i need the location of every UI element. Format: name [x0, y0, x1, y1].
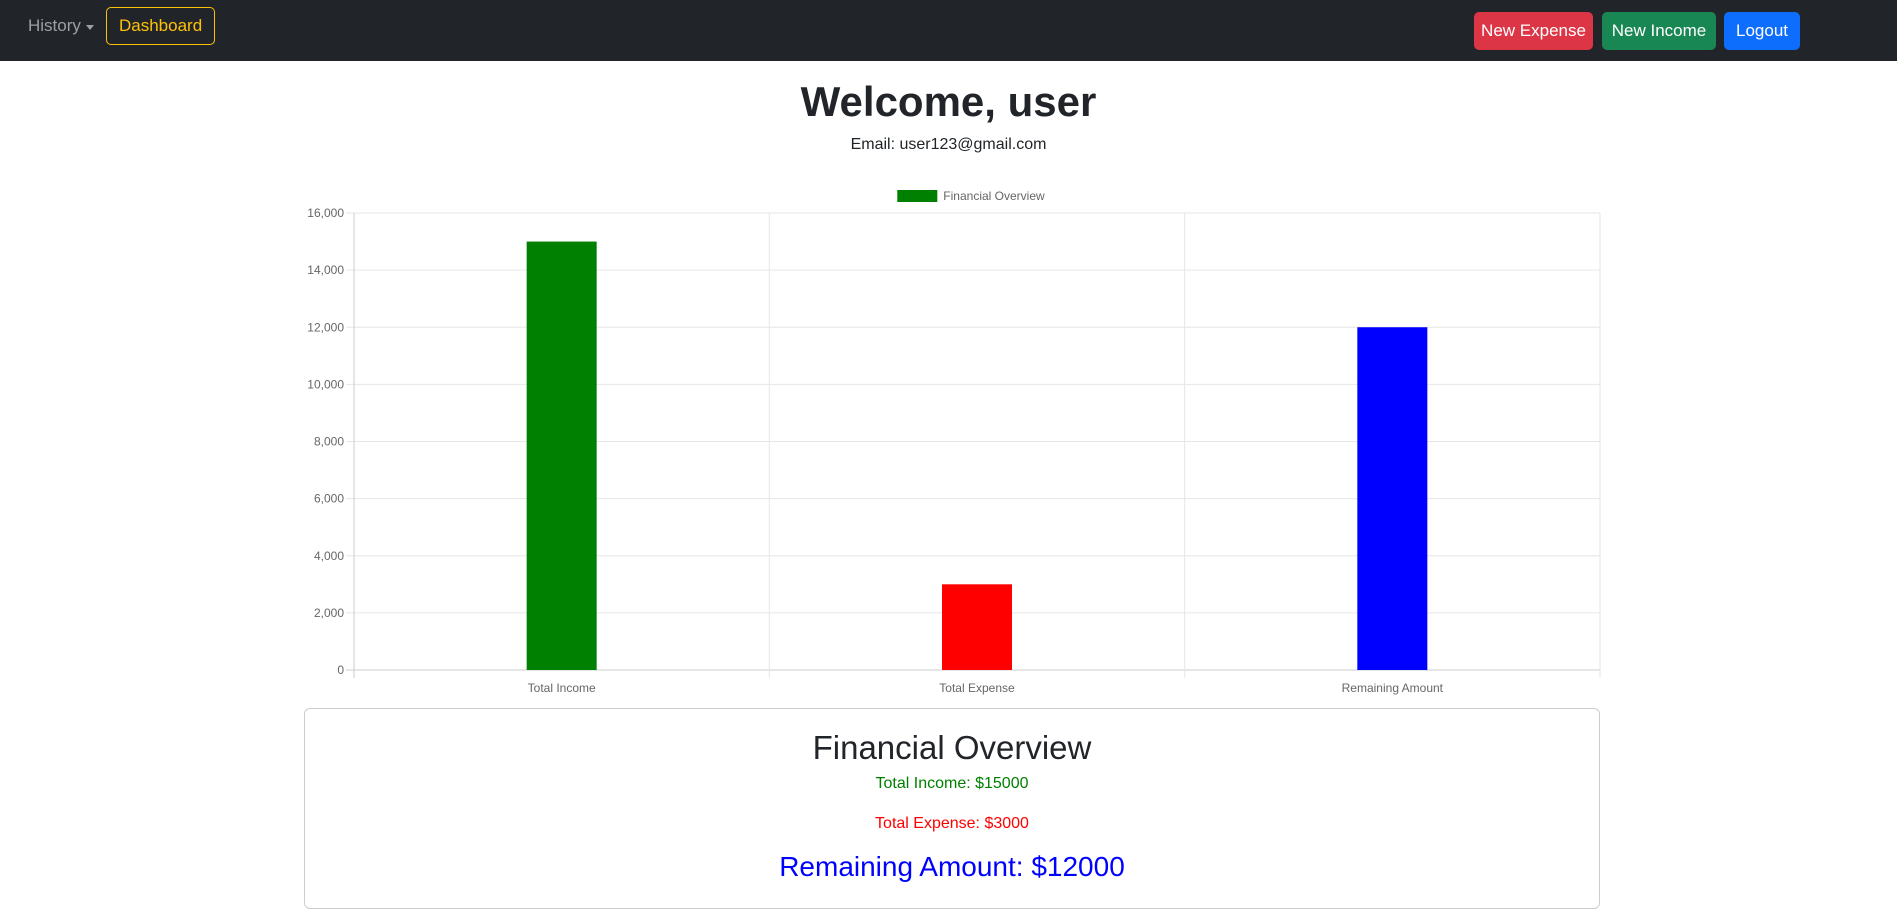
y-tick-label: 0	[337, 663, 344, 677]
x-tick-label: Total Income	[528, 681, 596, 695]
total-expense-text: Total Expense: $3000	[875, 815, 1029, 832]
y-tick-label: 2,000	[314, 606, 344, 620]
overview-title: Financial Overview	[812, 729, 1092, 766]
y-tick-label: 12,000	[307, 320, 344, 334]
y-tick-label: 8,000	[314, 435, 344, 449]
bar	[526, 241, 597, 670]
financial-overview-card: Financial Overview Total Income: $15000 …	[304, 708, 1600, 909]
bar	[1357, 327, 1428, 670]
y-tick-label: 10,000	[307, 377, 344, 391]
legend-label: Financial Overview	[943, 189, 1045, 203]
x-tick-label: Total Expense	[939, 681, 1015, 695]
y-tick-label: 14,000	[307, 263, 344, 277]
y-tick-label: 4,000	[314, 549, 344, 563]
x-tick-label: Remaining Amount	[1342, 681, 1444, 695]
y-tick-label: 6,000	[314, 492, 344, 506]
bar	[942, 584, 1012, 670]
y-tick-label: 16,000	[307, 206, 344, 220]
remaining-amount-text: Remaining Amount: $12000	[779, 851, 1125, 882]
total-income-text: Total Income: $15000	[875, 775, 1029, 792]
legend-swatch	[897, 190, 938, 202]
financial-bar-chart: 0 2,000 4,000 6,000 8,000 10,000 12,000 14,000 1…	[307, 189, 1601, 695]
